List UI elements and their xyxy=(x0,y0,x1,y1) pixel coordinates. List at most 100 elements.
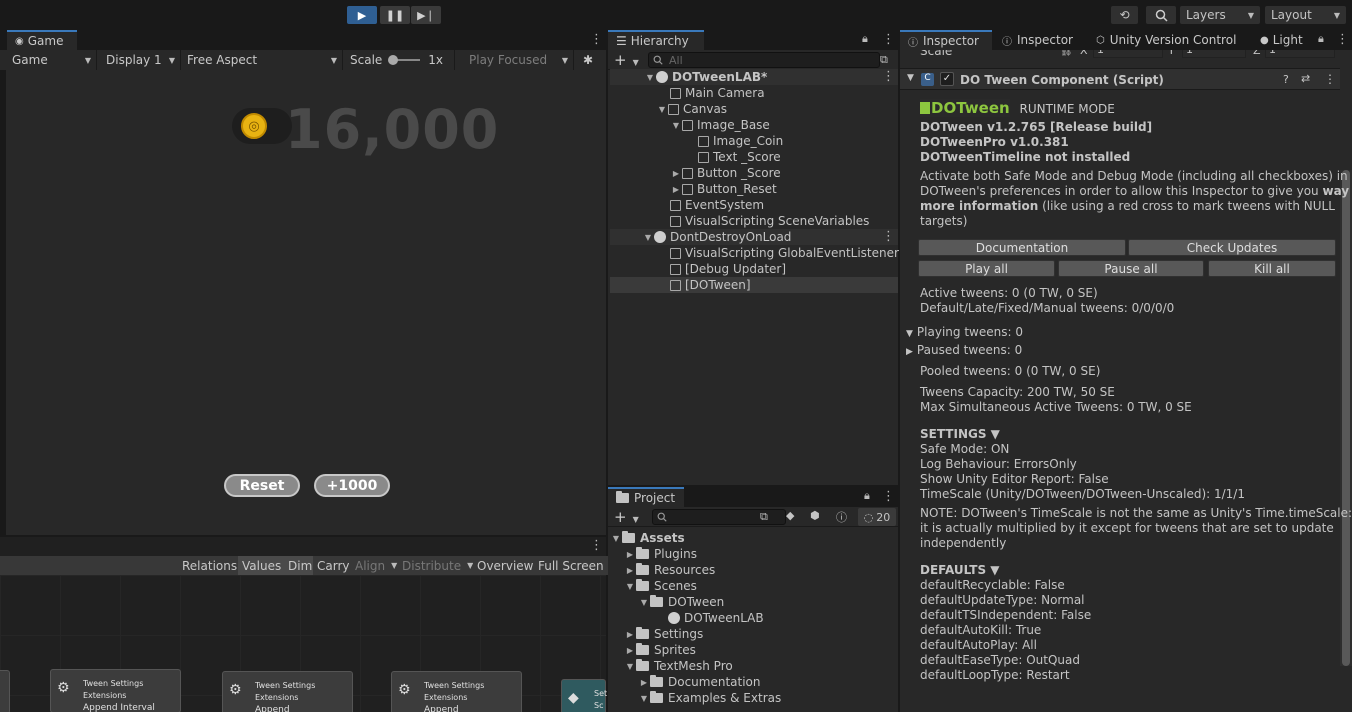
more-icon[interactable]: ⋮ xyxy=(1336,33,1349,46)
settings-header[interactable]: SETTINGS ▼ xyxy=(920,427,1000,441)
hierarchy-item[interactable]: VisualScripting GlobalEventListener xyxy=(610,245,899,261)
collapsed-arrow-icon[interactable]: ▶ xyxy=(624,646,636,655)
more-icon[interactable]: ⋮ xyxy=(590,539,603,552)
constrain-link-icon[interactable]: ⛓ xyxy=(1060,50,1073,57)
play-button[interactable]: ▶ xyxy=(347,6,377,24)
project-item[interactable]: ▼ Assets xyxy=(610,530,898,546)
hierarchy-item[interactable]: ▼ DontDestroyOnLoad ⋮ xyxy=(610,229,898,245)
project-item[interactable]: ▶ Sprites xyxy=(610,642,898,658)
scale-y-input[interactable]: 1 xyxy=(1182,50,1246,58)
layout-dropdown[interactable]: Layout ▼ xyxy=(1265,6,1346,24)
tab-lighting[interactable]: ● Light xyxy=(1252,30,1314,50)
hierarchy-item[interactable]: ▼ Image_Base xyxy=(610,117,898,133)
layers-dropdown[interactable]: Layers ▼ xyxy=(1180,6,1260,24)
info-icon[interactable]: ⓘ xyxy=(836,509,847,525)
playing-tweens-foldout[interactable]: ▼ Playing tweens: 0 xyxy=(906,325,1023,339)
collapsed-arrow-icon[interactable]: ▶ xyxy=(670,185,682,194)
scale-slider[interactable] xyxy=(388,55,421,65)
expand-arrow-icon[interactable]: ▼ xyxy=(644,73,656,82)
hidden-packages-toggle[interactable]: ◌ 20 xyxy=(858,508,896,526)
defaults-header[interactable]: DEFAULTS ▼ xyxy=(920,563,1000,577)
expand-arrow-icon[interactable]: ▼ xyxy=(624,662,636,671)
scale-z-input[interactable]: 1 xyxy=(1265,50,1335,58)
scale-slider-thumb[interactable] xyxy=(388,55,399,65)
project-item[interactable]: ▶ Settings xyxy=(610,626,898,642)
search-scene-icon[interactable]: ⧉ xyxy=(880,53,888,67)
relations-button[interactable]: Relations xyxy=(178,556,243,575)
preset-icon[interactable]: ⇄ xyxy=(1301,72,1310,85)
hierarchy-item[interactable]: [Debug Updater] xyxy=(610,261,898,277)
collapsed-arrow-icon[interactable]: ▶ xyxy=(638,678,650,687)
collapsed-arrow-icon[interactable]: ▶ xyxy=(670,169,682,178)
expand-arrow-icon[interactable]: ▼ xyxy=(624,582,636,591)
tab-version-control[interactable]: ⬡ Unity Version Control xyxy=(1088,30,1248,50)
lock-icon[interactable]: 🔒︎ xyxy=(1318,33,1324,45)
add-button[interactable]: + ▼ xyxy=(614,51,639,69)
hierarchy-item[interactable]: ▼ DOTweenLAB* ⋮ xyxy=(610,69,898,85)
lock-icon[interactable]: 🔒︎ xyxy=(864,490,870,502)
hierarchy-item-selected[interactable]: [DOTween] xyxy=(610,277,898,293)
hierarchy-item[interactable]: ▼ Canvas xyxy=(610,101,898,117)
collapsed-arrow-icon[interactable]: ▶ xyxy=(624,630,636,639)
component-header[interactable]: ▼ C ✓ DO Tween Component (Script) ? ⇄ ⋮ xyxy=(900,68,1340,90)
more-icon[interactable]: ⋮ xyxy=(1324,72,1336,86)
project-item[interactable]: ▶ Plugins xyxy=(610,546,898,562)
bug-button[interactable]: ✱ xyxy=(578,50,600,70)
play-focused-select[interactable]: Play Focused ▼ xyxy=(464,50,574,70)
pause-all-button[interactable]: Pause all xyxy=(1058,260,1204,277)
filter-type-icon[interactable]: ◆ xyxy=(786,509,794,522)
expand-arrow-icon[interactable]: ▼ xyxy=(642,233,654,242)
hierarchy-item[interactable]: EventSystem xyxy=(610,197,898,213)
graph-node[interactable]: ⚙ Tween Settings Extensions Append xyxy=(222,671,353,712)
more-icon[interactable]: ⋮ xyxy=(882,490,895,503)
lock-icon[interactable]: 🔒︎ xyxy=(862,33,868,45)
tab-hierarchy[interactable]: ☰ Hierarchy xyxy=(608,30,704,50)
distribute-button[interactable]: Distribute ▼ xyxy=(398,556,479,575)
hierarchy-search-input[interactable]: All xyxy=(648,52,880,68)
graph-node[interactable]: ◆ Set Sc xyxy=(561,679,607,712)
hierarchy-item[interactable]: Main Camera xyxy=(610,85,898,101)
project-item[interactable]: ▼ TextMesh Pro xyxy=(610,658,898,674)
project-item[interactable]: ▼ DOTween xyxy=(610,594,898,610)
values-button[interactable]: Values xyxy=(238,556,287,575)
tab-inspector[interactable]: ⓘ Inspector xyxy=(900,30,992,50)
display-select[interactable]: Display 1 ▼ xyxy=(101,50,181,70)
label-icon[interactable]: ⬢ xyxy=(810,509,820,522)
scrollbar-track[interactable] xyxy=(1340,170,1352,666)
scrollbar-thumb[interactable] xyxy=(1342,170,1350,666)
project-item[interactable]: ▼ Scenes xyxy=(610,578,898,594)
create-button[interactable]: + ▼ xyxy=(614,508,639,526)
align-button[interactable]: Align ▼ xyxy=(351,556,403,575)
more-icon[interactable]: ⋮ xyxy=(590,33,603,46)
reset-button[interactable]: Reset xyxy=(224,474,300,497)
aspect-select[interactable]: Free Aspect ▼ xyxy=(182,50,343,70)
play-all-button[interactable]: Play all xyxy=(918,260,1055,277)
step-button[interactable]: ▶❘ xyxy=(411,6,441,24)
collapse-arrow-icon[interactable]: ▼ xyxy=(907,73,914,83)
check-updates-button[interactable]: Check Updates xyxy=(1128,239,1336,256)
add-score-button[interactable]: +1000 xyxy=(314,474,390,497)
tab-project[interactable]: Project xyxy=(608,487,684,507)
project-item[interactable]: DOTweenLAB xyxy=(610,610,898,626)
scale-x-input[interactable]: 1 xyxy=(1093,50,1163,58)
overview-button[interactable]: Overview xyxy=(473,556,539,575)
graph-node[interactable] xyxy=(0,670,10,712)
tab-game[interactable]: ◉ Game xyxy=(7,30,77,50)
expand-arrow-icon[interactable]: ▼ xyxy=(610,534,622,543)
search-by-type-icon[interactable]: ⧉ xyxy=(760,510,768,524)
paused-tweens-foldout[interactable]: ▶ Paused tweens: 0 xyxy=(906,343,1022,357)
expand-arrow-icon[interactable]: ▼ xyxy=(638,694,650,703)
help-icon[interactable]: ? xyxy=(1283,73,1289,86)
hierarchy-item[interactable]: ▶ Button_Reset xyxy=(610,181,898,197)
hierarchy-item[interactable]: Image_Coin xyxy=(610,133,898,149)
fullscreen-button[interactable]: Full Screen xyxy=(534,556,608,575)
carry-button[interactable]: Carry xyxy=(313,556,355,575)
graph-node[interactable]: ⚙ Tween Settings Extensions Append Interv… xyxy=(50,669,181,712)
search-button[interactable] xyxy=(1146,6,1176,24)
kill-all-button[interactable]: Kill all xyxy=(1208,260,1336,277)
hierarchy-item[interactable]: VisualScripting SceneVariables xyxy=(610,213,898,229)
tab-inspector-2[interactable]: ⓘ Inspector xyxy=(994,30,1080,50)
more-icon[interactable]: ⋮ xyxy=(882,70,895,83)
expand-arrow-icon[interactable]: ▼ xyxy=(656,105,668,114)
hierarchy-item[interactable]: ▶ Button _Score xyxy=(610,165,898,181)
